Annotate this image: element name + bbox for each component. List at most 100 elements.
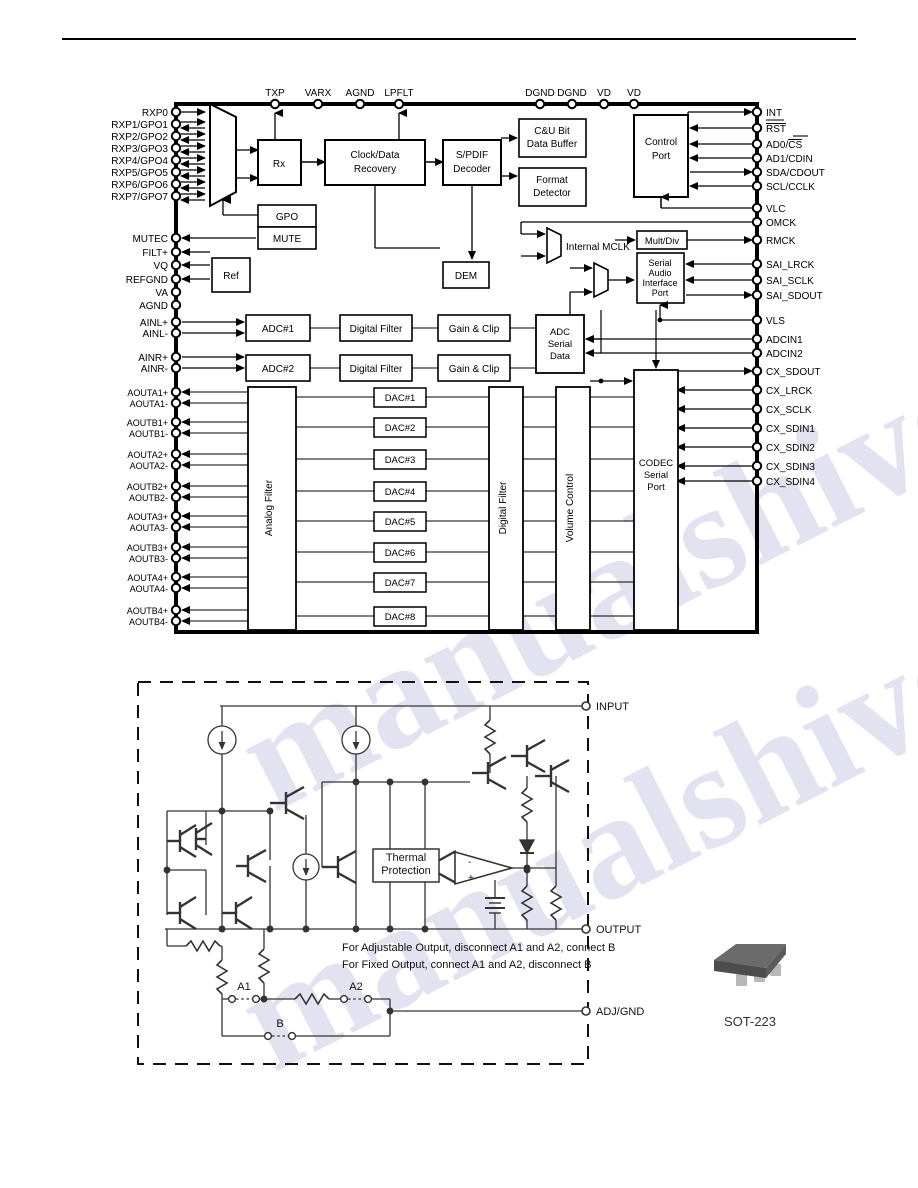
pin-label: AOUTA1+ bbox=[127, 388, 168, 398]
pin-label: TXP bbox=[265, 88, 285, 99]
terminal-input: INPUT bbox=[581, 701, 629, 713]
block-cu-bit-data-buffer bbox=[518, 118, 587, 158]
pin-label: RXP6/GPO6 bbox=[111, 180, 168, 191]
jumper-label: B bbox=[276, 1018, 283, 1030]
terminal-label: INPUT bbox=[596, 701, 629, 713]
sot-223-package bbox=[714, 944, 786, 986]
jumper-label: A1 bbox=[237, 981, 250, 993]
pin-label: CX_SDIN1 bbox=[766, 424, 815, 435]
pin-label: VD bbox=[627, 88, 641, 99]
pin-label: CX_SDIN4 bbox=[766, 477, 815, 488]
jumper-a1: A1 bbox=[227, 981, 261, 1004]
block-format-detector bbox=[518, 167, 587, 207]
block-label: Volume Control bbox=[565, 474, 576, 542]
block-label: Clock/Data bbox=[351, 150, 400, 161]
block-label: ADC#1 bbox=[262, 324, 295, 335]
block-label: DAC#4 bbox=[385, 487, 416, 498]
pin-label: AINR- bbox=[141, 364, 168, 375]
block-label: Decoder bbox=[453, 164, 491, 175]
pin-label: RXP2/GPO2 bbox=[111, 132, 168, 143]
block-label: Ref bbox=[223, 271, 239, 282]
resistor bbox=[549, 776, 563, 929]
pin-label: SAI_SDOUT bbox=[766, 291, 823, 302]
block-label: Analog Filter bbox=[264, 479, 275, 536]
block-label: C&U Bit bbox=[534, 126, 570, 137]
block-label: Format bbox=[536, 175, 568, 186]
resistor bbox=[166, 929, 222, 953]
block-label: Digital Filter bbox=[498, 481, 509, 534]
pin-label: VARX bbox=[305, 88, 332, 99]
pin-label: INT bbox=[766, 108, 782, 119]
pin-label: AOUTB2- bbox=[129, 493, 168, 503]
block-spdif-decoder bbox=[442, 139, 502, 186]
pin-label: REFGND bbox=[126, 275, 168, 286]
pin-label: CX_SDIN3 bbox=[766, 462, 815, 473]
pin-label: RXP4/GPO4 bbox=[111, 156, 168, 167]
block-label: Port bbox=[652, 151, 671, 162]
pin-label: VLS bbox=[766, 316, 785, 327]
pin-label: AINL- bbox=[142, 329, 168, 340]
pin-label: MUTEC bbox=[132, 234, 168, 245]
block-label: DAC#2 bbox=[385, 423, 416, 434]
pin-label: SAI_LRCK bbox=[766, 260, 815, 271]
terminal-label: ADJ/GND bbox=[596, 1006, 644, 1018]
pin-label: AD1/CDIN bbox=[766, 154, 813, 165]
pin-label: AINL+ bbox=[140, 318, 168, 329]
pin-label: AOUTB3+ bbox=[127, 543, 168, 553]
op-amp-minus: - bbox=[468, 857, 471, 868]
block-label: Thermal bbox=[386, 852, 426, 864]
left-pin-group-ref: FILT+ VQ REFGND VA AGND bbox=[126, 246, 210, 312]
pin-label: RXP0 bbox=[142, 108, 169, 119]
pin-label: AOUTA3- bbox=[130, 523, 168, 533]
pin-label: VA bbox=[155, 288, 168, 299]
sai-mux bbox=[593, 261, 609, 299]
block-label: Control bbox=[645, 137, 677, 148]
resistor bbox=[257, 929, 271, 999]
current-source bbox=[292, 815, 320, 929]
pin-label: AOUTA1- bbox=[130, 399, 168, 409]
pin-label: OMCK bbox=[766, 218, 796, 229]
pin-label: AINR+ bbox=[138, 353, 168, 364]
pin-label: ADCIN1 bbox=[766, 335, 803, 346]
current-source bbox=[341, 706, 371, 929]
pin-label: CX_SCLK bbox=[766, 405, 812, 416]
pin-label: AOUTA4- bbox=[130, 584, 168, 594]
transistor bbox=[167, 823, 197, 859]
block-label: CODEC bbox=[639, 458, 673, 469]
block-label: DAC#8 bbox=[385, 612, 416, 623]
resistor bbox=[520, 776, 534, 833]
pin-label: RXP5/GPO5 bbox=[111, 168, 168, 179]
terminal-adj-gnd: ADJ/GND bbox=[581, 1006, 644, 1018]
op-amp-plus: + bbox=[468, 873, 474, 884]
pin-label: VQ bbox=[154, 261, 169, 272]
block-codec-serial-port bbox=[633, 369, 679, 631]
pin-label: AD0/CS bbox=[766, 140, 802, 151]
transistor bbox=[322, 849, 357, 885]
block-label: Serial bbox=[648, 258, 671, 268]
pin-label: CX_SDIN2 bbox=[766, 443, 815, 454]
internal-mclk-mux bbox=[546, 226, 562, 265]
pin-label: VLC bbox=[766, 204, 785, 215]
transistor bbox=[236, 848, 267, 884]
audio-codec-block-diagram: TXP VARX AGND LPFLT DGND DGND VD VD RXP0… bbox=[111, 88, 825, 634]
pin-label: AGND bbox=[139, 301, 168, 312]
input-mux bbox=[209, 102, 237, 208]
pin-label: AGND bbox=[346, 88, 375, 99]
block-label: Audio bbox=[648, 268, 671, 278]
pin-label: AOUTA2+ bbox=[127, 450, 168, 460]
block-label: Data Buffer bbox=[527, 139, 578, 150]
pin-label: AOUTB2+ bbox=[127, 482, 168, 492]
transistor bbox=[511, 738, 546, 774]
transistor bbox=[535, 758, 570, 794]
voltage-reference bbox=[485, 897, 505, 929]
pin-label: CX_LRCK bbox=[766, 386, 812, 397]
datasheet-page: manualshive.com manualshive.com TXP VARX… bbox=[0, 0, 918, 1188]
block-label: DAC#7 bbox=[385, 578, 416, 589]
pin-label: RXP7/GPO7 bbox=[111, 192, 168, 203]
pin-label: AOUTB4+ bbox=[127, 606, 168, 616]
transistor bbox=[222, 895, 253, 931]
block-label: Digital Filter bbox=[350, 364, 403, 375]
pin-label: SAI_SCLK bbox=[766, 276, 814, 287]
block-label: GPO bbox=[276, 212, 298, 223]
pin-label: AOUTA2- bbox=[130, 461, 168, 471]
